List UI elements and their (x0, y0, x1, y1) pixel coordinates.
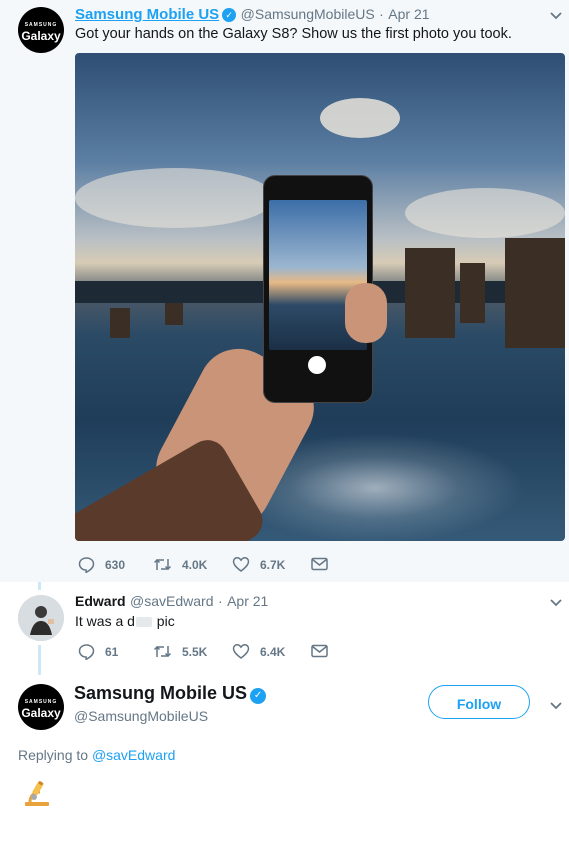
like-button[interactable]: 6.4K (232, 643, 285, 660)
direct-message-button[interactable] (311, 644, 338, 658)
author-name[interactable]: Samsung Mobile US (74, 683, 247, 703)
replying-to-handle[interactable]: @savEdward (92, 747, 175, 763)
envelope-icon (311, 557, 328, 571)
verified-icon: ✓ (222, 8, 237, 22)
reply-button[interactable]: 630 (78, 556, 125, 573)
reply-icon (78, 644, 95, 660)
retweet-count: 5.5K (182, 644, 208, 659)
avatar[interactable] (18, 595, 64, 641)
chevron-down-icon[interactable] (549, 9, 563, 23)
tweet-text: Got your hands on the Galaxy S8? Show us… (75, 26, 512, 42)
censor-blur (135, 617, 152, 628)
retweet-icon (153, 645, 172, 658)
tweet-samsung-original[interactable]: SAMSUNG Galaxy Samsung Mobile US ✓ @Samsu… (0, 0, 569, 582)
tweet-header: Edward @savEdward · Apr 21 (75, 593, 268, 611)
follow-button[interactable]: Follow (428, 685, 530, 719)
reply-button[interactable]: 61 (78, 643, 118, 660)
retweet-button[interactable]: 5.5K (153, 643, 207, 660)
dot-separator: · (379, 6, 384, 22)
reply-count: 630 (105, 557, 126, 572)
retweet-icon (153, 558, 172, 571)
direct-message-button[interactable] (311, 557, 338, 571)
person-avatar-icon (18, 595, 64, 641)
avatar[interactable]: SAMSUNG Galaxy (18, 7, 64, 53)
author-handle[interactable]: @savEdward (130, 593, 213, 609)
reply-count: 61 (105, 644, 119, 659)
retweet-count: 4.0K (182, 557, 208, 572)
author-handle[interactable]: @SamsungMobileUS (74, 708, 208, 724)
author-block: Samsung Mobile US ✓ (74, 683, 267, 704)
reply-icon (78, 557, 95, 573)
tweet-date[interactable]: Apr 21 (227, 593, 268, 609)
author-handle[interactable]: @SamsungMobileUS (241, 6, 375, 22)
tweet-date[interactable]: Apr 21 (388, 6, 429, 22)
tweet-edward-reply[interactable]: Edward @savEdward · Apr 21 It was a d pi… (0, 582, 569, 674)
author-name[interactable]: Samsung Mobile US (75, 6, 219, 23)
tweet-text: It was a d pic (75, 613, 175, 629)
heart-icon (232, 644, 250, 659)
chevron-down-icon[interactable] (549, 596, 563, 610)
microscope-icon (25, 780, 49, 806)
like-count: 6.4K (260, 644, 286, 659)
replying-to-label: Replying to (18, 747, 89, 763)
replying-to: Replying to @savEdward (18, 747, 175, 763)
like-button[interactable]: 6.7K (232, 556, 285, 573)
chevron-down-icon[interactable] (549, 699, 563, 713)
retweet-button[interactable]: 4.0K (153, 556, 207, 573)
avatar[interactable]: SAMSUNG Galaxy (18, 684, 64, 730)
tweet-photo[interactable] (75, 53, 565, 541)
author-name[interactable]: Edward (75, 593, 126, 609)
verified-icon: ✓ (250, 688, 267, 704)
tweet-header: Samsung Mobile US ✓ @SamsungMobileUS · Ap… (75, 6, 430, 24)
envelope-icon (311, 644, 328, 658)
like-count: 6.7K (260, 557, 286, 572)
dot-separator: · (217, 593, 223, 609)
heart-icon (232, 557, 250, 572)
